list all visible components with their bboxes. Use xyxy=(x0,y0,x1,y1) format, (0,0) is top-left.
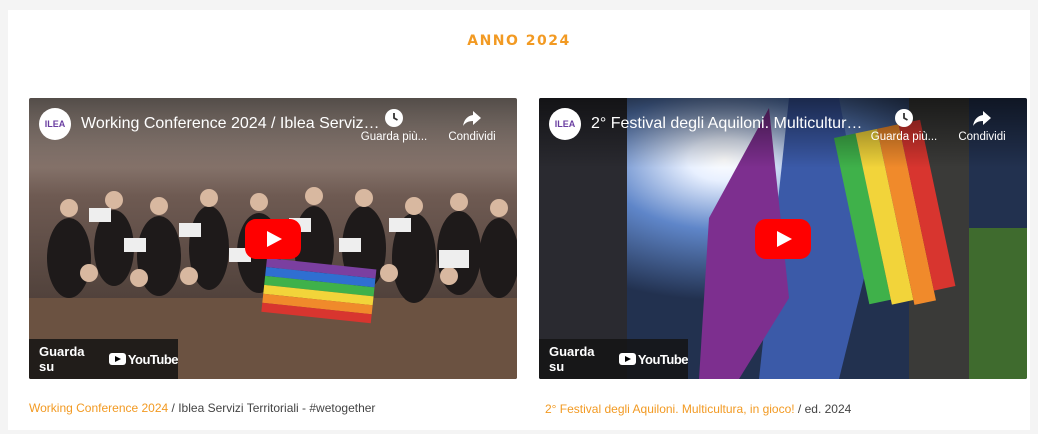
video-player-working-conference[interactable]: ILEA Working Conference 2024 / Iblea Ser… xyxy=(29,98,517,379)
caption-link[interactable]: 2° Festival degli Aquiloni. Multicultura… xyxy=(545,402,795,416)
watch-later-label: Guarda più... xyxy=(870,131,938,143)
video-player-festival-aquiloni[interactable]: ILEA 2° Festival degli Aquiloni. Multicu… xyxy=(539,98,1027,379)
channel-logo[interactable]: ILEA xyxy=(39,108,71,140)
youtube-play-badge-icon xyxy=(108,353,126,365)
watch-on-youtube-button[interactable]: Guarda su YouTube xyxy=(539,339,689,379)
caption-link[interactable]: Working Conference 2024 xyxy=(29,401,168,415)
channel-logo[interactable]: ILEA xyxy=(549,108,581,140)
youtube-wordmark: YouTube xyxy=(127,351,179,367)
caption-text: ed. 2024 xyxy=(804,402,852,416)
share-label: Condividi xyxy=(448,131,496,143)
caption-separator: / xyxy=(794,402,805,416)
share-button[interactable]: Condividi xyxy=(437,108,507,143)
play-button[interactable] xyxy=(755,219,811,259)
watch-later-label: Guarda più... xyxy=(360,131,428,143)
caption-text: Iblea Servizi Territoriali - #wetogether xyxy=(178,401,376,415)
share-button[interactable]: Condividi xyxy=(947,108,1017,143)
watch-on-youtube-button[interactable]: Guarda su YouTube xyxy=(29,339,179,379)
video-caption: Working Conference 2024 / Iblea Servizi … xyxy=(29,401,375,415)
watch-later-button[interactable]: Guarda più... xyxy=(359,108,429,143)
watch-later-button[interactable]: Guarda più... xyxy=(869,108,939,143)
youtube-play-badge-icon xyxy=(618,353,636,365)
youtube-logo-icon: YouTube xyxy=(108,351,179,367)
clock-icon xyxy=(895,109,913,127)
section-title: ANNO 2024 xyxy=(467,33,571,49)
share-arrow-icon xyxy=(463,111,481,126)
caption-separator: / xyxy=(168,401,179,415)
share-label: Condividi xyxy=(958,131,1006,143)
youtube-logo-icon: YouTube xyxy=(618,351,689,367)
youtube-wordmark: YouTube xyxy=(637,351,689,367)
watch-on-label: Guarda su xyxy=(39,344,85,374)
video-title[interactable]: 2° Festival degli Aquiloni. Multicultura… xyxy=(591,115,871,133)
clock-icon xyxy=(385,109,403,127)
share-arrow-icon xyxy=(973,111,991,126)
video-title[interactable]: Working Conference 2024 / Iblea Servizi … xyxy=(81,115,381,133)
play-button[interactable] xyxy=(245,219,301,259)
watch-on-label: Guarda su xyxy=(549,344,595,374)
video-caption: 2° Festival degli Aquiloni. Multicultura… xyxy=(545,402,851,416)
